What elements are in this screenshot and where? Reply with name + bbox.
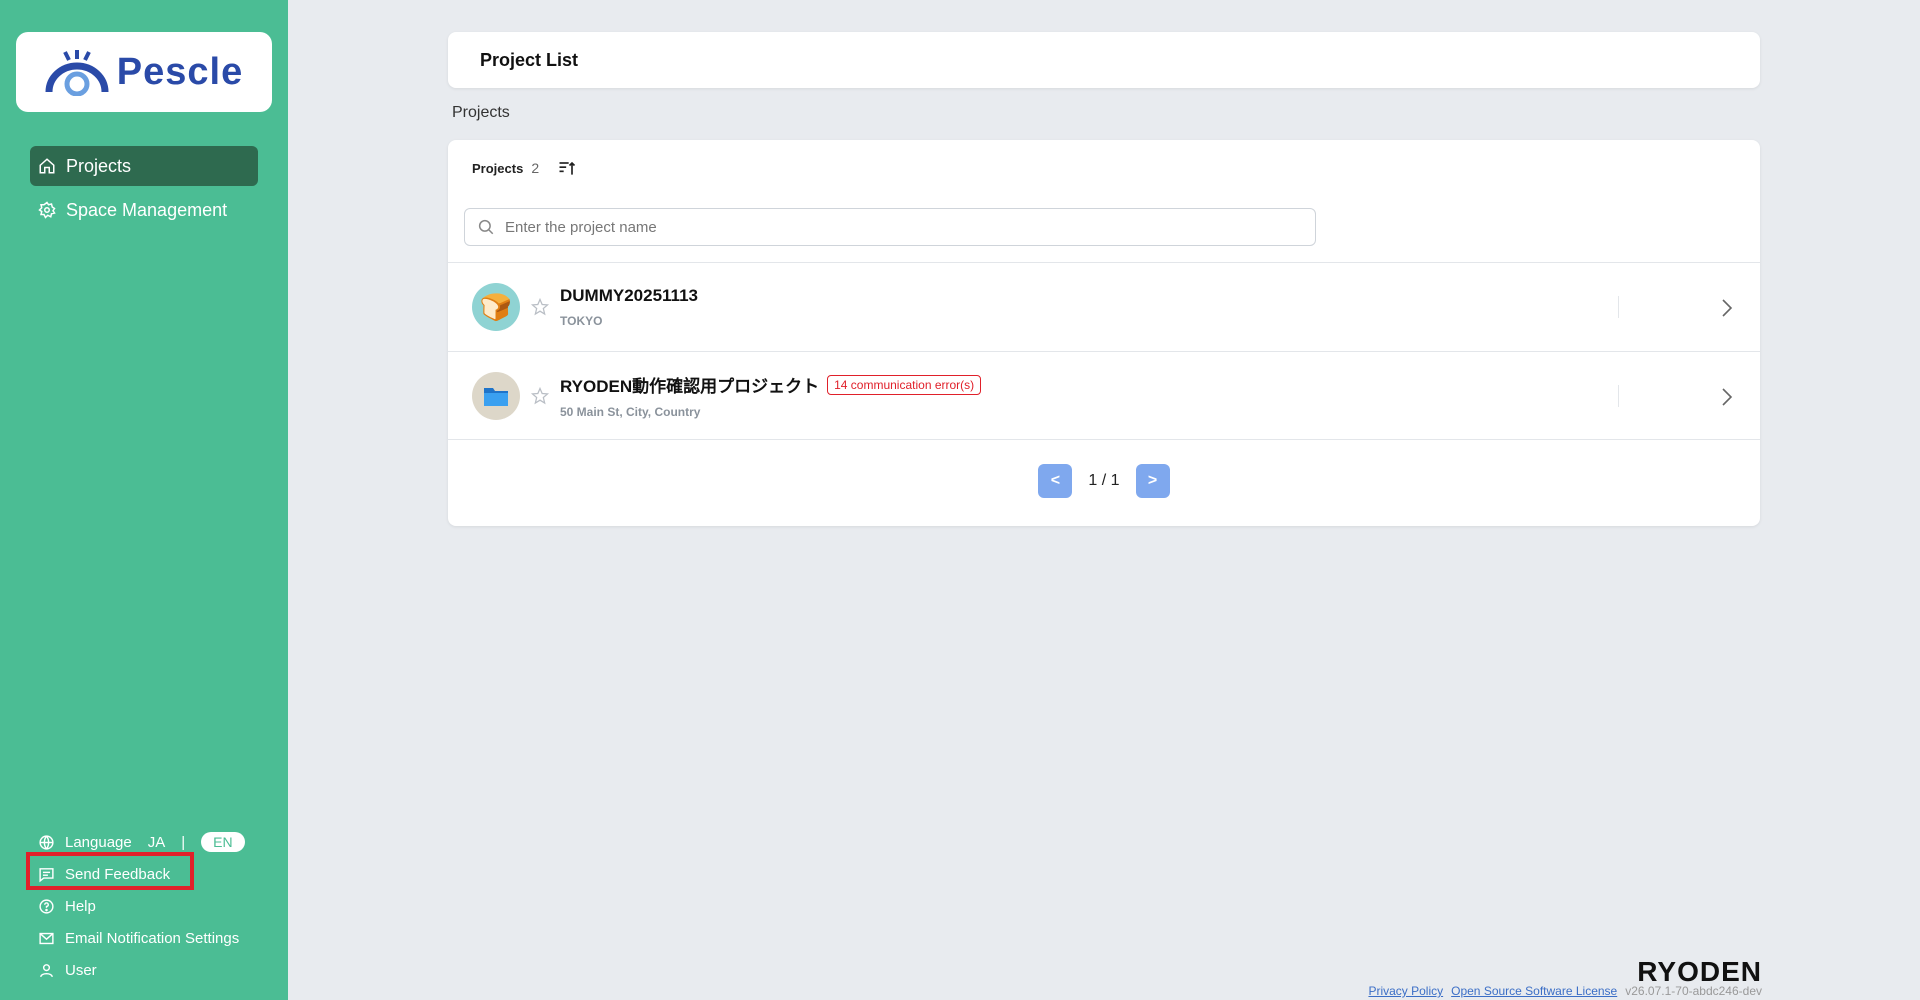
project-name: DUMMY20251113 [560, 286, 698, 305]
lang-separator: | [181, 833, 186, 851]
sort-icon[interactable] [557, 158, 577, 178]
user-label: User [65, 961, 97, 979]
nav-item-label: Projects [66, 155, 132, 176]
oss-license-link[interactable]: Open Source Software License [1451, 984, 1617, 998]
main-nav: Projects Space Management [30, 146, 258, 234]
help-link[interactable]: Help [30, 890, 270, 922]
bottom-nav: Language JA | EN Send Feedback Help Emai… [30, 826, 270, 986]
user-icon [40, 963, 53, 977]
footer-links: Privacy Policy Open Source Software Lice… [1350, 984, 1762, 998]
send-feedback-label: Send Feedback [65, 865, 171, 883]
sidebar: Pescle Projects Space Management Languag… [0, 0, 288, 1000]
page-header: Project List [448, 32, 1760, 88]
version-text: v26.07.1-70-abdc246-dev [1625, 984, 1762, 998]
search-input[interactable] [505, 218, 1285, 236]
project-search [464, 208, 1316, 246]
list-header: Projects 2 [472, 158, 577, 178]
project-info: DUMMY20251113 TOKYO [560, 286, 698, 328]
project-avatar [472, 371, 520, 420]
nav-item-space-management[interactable]: Space Management [30, 190, 258, 230]
project-avatar: 🍞 [472, 283, 520, 331]
folder-icon [484, 387, 508, 406]
user-link[interactable]: User [30, 954, 270, 986]
mail-icon [39, 932, 54, 944]
home-icon [39, 158, 55, 174]
pagination: < 1 / 1 > [448, 464, 1760, 498]
star-icon[interactable] [530, 386, 550, 406]
row-divider [1618, 385, 1619, 407]
search-icon [478, 219, 494, 235]
section-label: Projects [452, 104, 510, 121]
project-list-card: Projects 2 🍞 DUMMY20251113 TOKYO RYODEN動… [448, 140, 1760, 526]
nav-item-label: Space Management [66, 199, 228, 220]
privacy-policy-link[interactable]: Privacy Policy [1368, 984, 1443, 998]
nav-item-projects[interactable]: Projects [30, 146, 258, 186]
project-name: RYODEN動作確認用プロジェクト [560, 377, 820, 396]
project-count: 2 [531, 160, 540, 176]
error-badge: 14 communication error(s) [827, 374, 982, 395]
chevron-right-icon[interactable] [1714, 296, 1738, 320]
language-switcher: Language JA | EN [30, 826, 270, 858]
message-icon [39, 867, 54, 882]
email-settings-label: Email Notification Settings [65, 929, 240, 947]
project-subtitle: 50 Main St, City, Country [560, 405, 701, 419]
project-subtitle: TOKYO [560, 314, 603, 328]
prev-page-button[interactable]: < [1038, 464, 1073, 498]
next-page-button[interactable]: > [1135, 464, 1170, 498]
list-header-label: Projects [472, 160, 524, 176]
gear-icon [38, 201, 56, 219]
eye-logo-icon [45, 50, 109, 96]
project-name-line: DUMMY20251113 [560, 286, 698, 306]
help-label: Help [65, 897, 96, 915]
project-row[interactable]: 🍞 DUMMY20251113 TOKYO [448, 262, 1760, 351]
logo[interactable]: Pescle [16, 32, 272, 112]
row-divider [1618, 296, 1619, 318]
project-info: RYODEN動作確認用プロジェクト 14 communication error… [560, 372, 982, 419]
help-icon [39, 898, 54, 914]
email-notification-settings-link[interactable]: Email Notification Settings [30, 922, 270, 954]
star-icon[interactable] [530, 297, 550, 317]
project-row[interactable]: RYODEN動作確認用プロジェクト 14 communication error… [448, 351, 1760, 440]
send-feedback-link[interactable]: Send Feedback [30, 858, 270, 890]
lang-ja-option[interactable]: JA [148, 834, 166, 851]
lang-en-option[interactable]: EN [201, 832, 245, 852]
chevron-right-icon[interactable] [1714, 385, 1738, 409]
language-label: Language [65, 833, 132, 851]
page-indicator: 1 / 1 [1088, 472, 1120, 489]
globe-icon [39, 834, 54, 850]
logo-text: Pescle [116, 50, 244, 93]
project-name-line: RYODEN動作確認用プロジェクト 14 communication error… [560, 372, 982, 397]
page-title: Project List [480, 49, 579, 70]
